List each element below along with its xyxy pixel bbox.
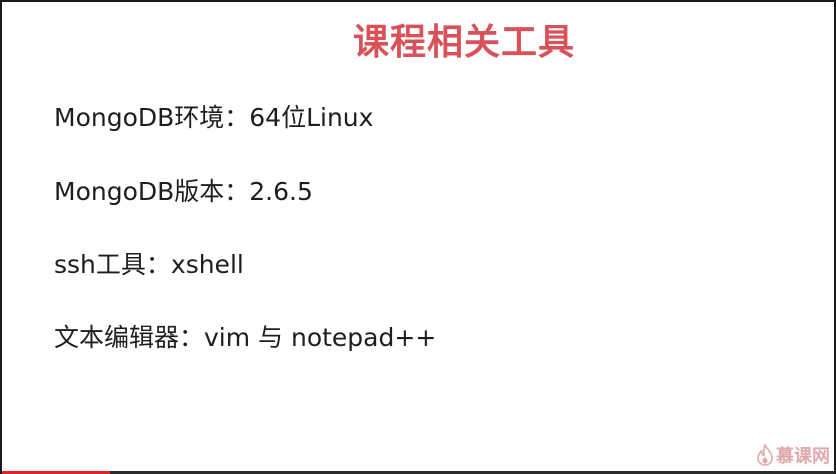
- slide-item-ssh-tool: ssh工具：xshell: [54, 250, 244, 279]
- watermark-logo: 慕课网: [756, 442, 830, 468]
- slide-item-text-editor: 文本编辑器：vim 与 notepad++: [54, 323, 437, 352]
- slide-item-version: MongoDB版本：2.6.5: [54, 177, 313, 206]
- slide-title: 课程相关工具: [352, 22, 575, 63]
- slide-frame: 课程相关工具 MongoDB环境：64位Linux MongoDB版本：2.6.…: [0, 0, 836, 474]
- slide-item-environment: MongoDB环境：64位Linux: [54, 103, 374, 132]
- flame-logo-icon: [757, 444, 773, 466]
- watermark-text: 慕课网: [776, 446, 830, 467]
